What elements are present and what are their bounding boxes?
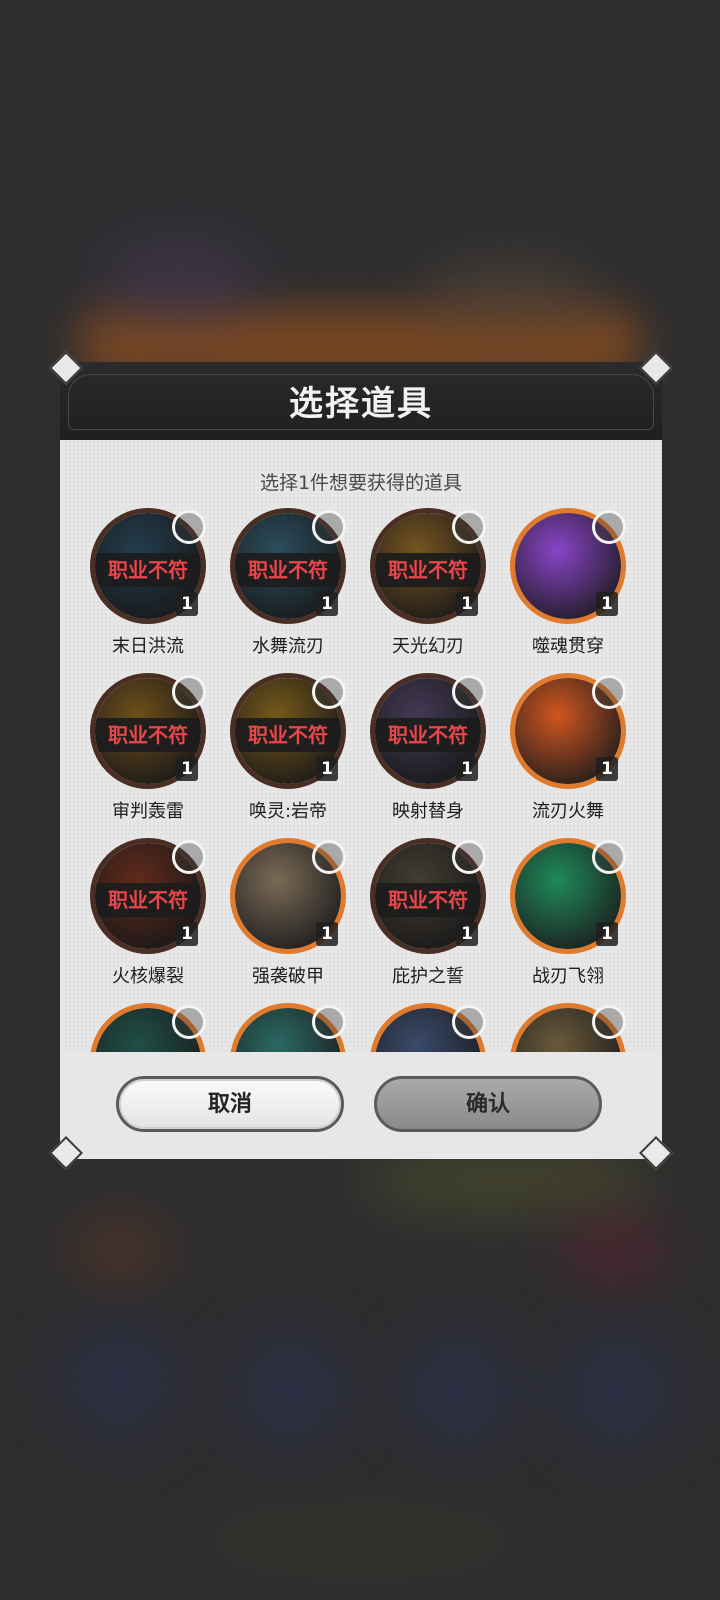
item-name: 天光幻刃: [392, 636, 464, 657]
item-count-badge: 1: [456, 922, 478, 946]
select-item-dialog: 选择道具 选择1件想要获得的道具 职业不符 1 末日洪流 职业不符 1 水舞流刃 职业不符 1…: [49, 351, 673, 1170]
item-count-badge: 1: [456, 592, 478, 616]
item-name: 水舞流刃: [252, 636, 324, 657]
item-card[interactable]: [508, 1003, 648, 1052]
item-name: 强袭破甲: [252, 966, 324, 987]
item-select-checkbox[interactable]: [172, 1005, 206, 1039]
item-card[interactable]: 1 强袭破甲: [228, 838, 368, 1003]
item-card[interactable]: 职业不符 1 唤灵:岩帝: [228, 673, 368, 838]
item-count-badge: 1: [596, 757, 618, 781]
dialog-footer: 取消 确认: [60, 1052, 662, 1159]
item-select-checkbox[interactable]: [452, 510, 486, 544]
item-card[interactable]: 职业不符 1 火核爆裂: [88, 838, 228, 1003]
item-card[interactable]: 职业不符 1 映射替身: [368, 673, 508, 838]
class-mismatch-label: 职业不符: [375, 718, 481, 752]
class-mismatch-label: 职业不符: [95, 553, 201, 587]
class-mismatch-label: 职业不符: [375, 883, 481, 917]
item-select-checkbox[interactable]: [172, 510, 206, 544]
class-mismatch-label: 职业不符: [95, 718, 201, 752]
item-count-badge: 1: [596, 922, 618, 946]
item-name: 战刃飞翎: [532, 966, 604, 987]
item-count-badge: 1: [316, 757, 338, 781]
dialog-body: 选择1件想要获得的道具 职业不符 1 末日洪流 职业不符 1 水舞流刃 职业不符 1 天光幻刃 1…: [60, 440, 662, 1159]
item-select-checkbox[interactable]: [312, 675, 346, 709]
item-card[interactable]: [88, 1003, 228, 1052]
item-select-checkbox[interactable]: [452, 1005, 486, 1039]
item-select-checkbox[interactable]: [592, 1005, 626, 1039]
class-mismatch-label: 职业不符: [235, 718, 341, 752]
item-count-badge: 1: [456, 757, 478, 781]
item-select-checkbox[interactable]: [312, 1005, 346, 1039]
item-card[interactable]: 职业不符 1 末日洪流: [88, 508, 228, 673]
item-select-checkbox[interactable]: [312, 510, 346, 544]
item-count-badge: 1: [316, 592, 338, 616]
dialog-subtitle: 选择1件想要获得的道具: [259, 472, 463, 494]
confirm-button[interactable]: 确认: [374, 1076, 602, 1132]
item-count-badge: 1: [176, 757, 198, 781]
dialog-header: 选择道具: [60, 362, 662, 442]
item-card[interactable]: 1 战刃飞翎: [508, 838, 648, 1003]
item-card[interactable]: 1 流刃火舞: [508, 673, 648, 838]
item-card[interactable]: 职业不符 1 水舞流刃: [228, 508, 368, 673]
item-card[interactable]: 1 噬魂贯穿: [508, 508, 648, 673]
item-name: 唤灵:岩帝: [248, 801, 328, 822]
class-mismatch-label: 职业不符: [95, 883, 201, 917]
item-name: 流刃火舞: [532, 801, 604, 822]
item-select-checkbox[interactable]: [172, 675, 206, 709]
item-name: 噬魂贯穿: [532, 636, 604, 657]
item-grid: 职业不符 1 末日洪流 职业不符 1 水舞流刃 职业不符 1 天光幻刃 1 噬魂贯穿 职业不符 1 审判轰…: [88, 508, 648, 1052]
item-card[interactable]: [368, 1003, 508, 1052]
item-select-checkbox[interactable]: [452, 840, 486, 874]
item-card[interactable]: [228, 1003, 368, 1052]
item-name: 末日洪流: [112, 636, 184, 657]
item-select-checkbox[interactable]: [172, 840, 206, 874]
class-mismatch-label: 职业不符: [235, 553, 341, 587]
item-name: 庇护之誓: [392, 966, 464, 987]
item-select-checkbox[interactable]: [592, 510, 626, 544]
item-name: 审判轰雷: [112, 801, 184, 822]
item-select-checkbox[interactable]: [592, 840, 626, 874]
item-card[interactable]: 职业不符 1 庇护之誓: [368, 838, 508, 1003]
class-mismatch-label: 职业不符: [375, 553, 481, 587]
dialog-title: 选择道具: [289, 384, 433, 424]
item-count-badge: 1: [176, 922, 198, 946]
item-card[interactable]: 职业不符 1 审判轰雷: [88, 673, 228, 838]
item-name: 火核爆裂: [112, 966, 184, 987]
item-count-badge: 1: [316, 922, 338, 946]
item-select-checkbox[interactable]: [452, 675, 486, 709]
item-count-badge: 1: [176, 592, 198, 616]
item-select-checkbox[interactable]: [312, 840, 346, 874]
cancel-button[interactable]: 取消: [116, 1076, 344, 1132]
item-select-checkbox[interactable]: [592, 675, 626, 709]
item-name: 映射替身: [392, 801, 464, 822]
item-count-badge: 1: [596, 592, 618, 616]
item-card[interactable]: 职业不符 1 天光幻刃: [368, 508, 508, 673]
